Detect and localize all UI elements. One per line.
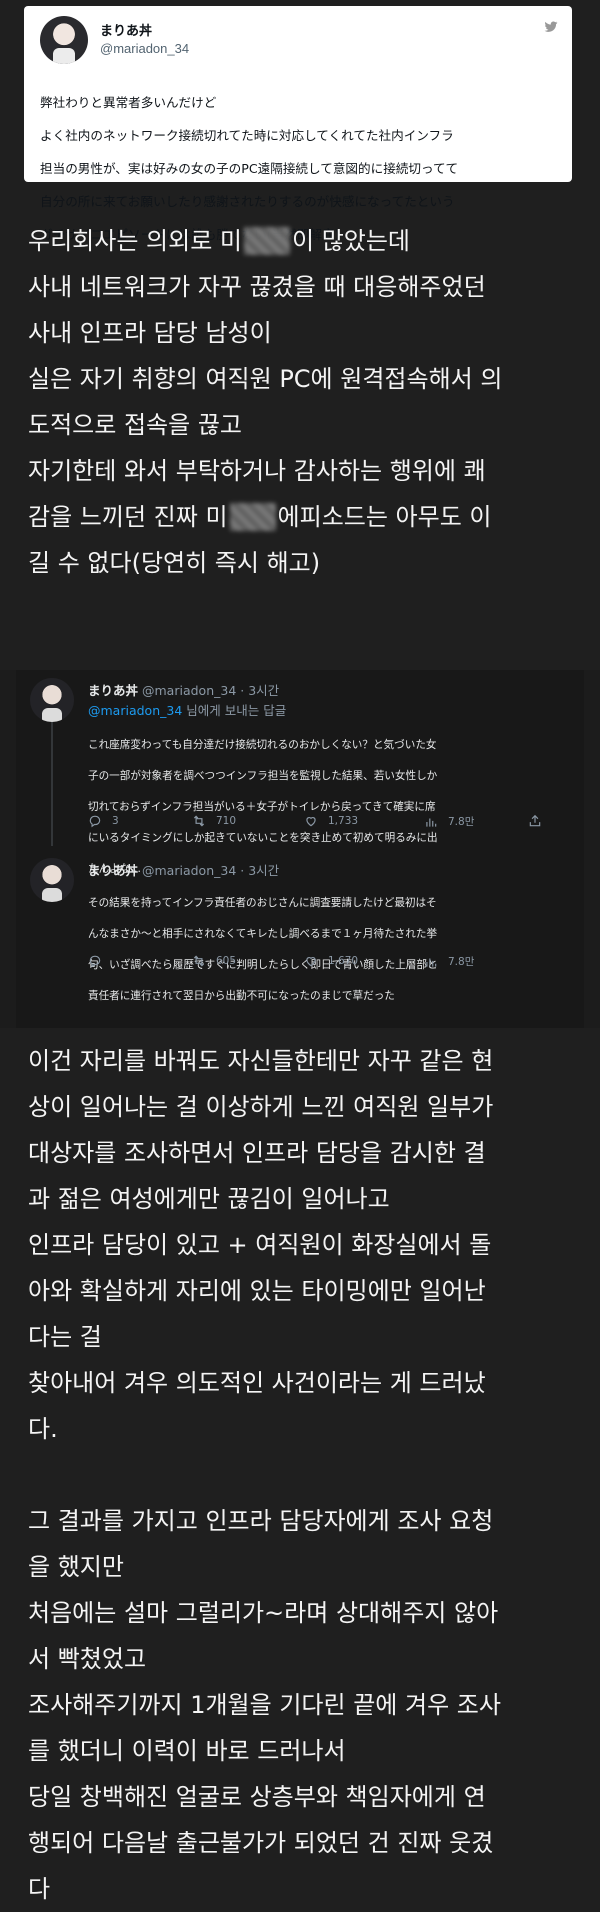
translation-line: 인프라 담당이 있고 + 여직원이 화장실에서 돌 [28, 1231, 492, 1259]
tweet-card-main[interactable]: まりあ丼 @mariadon_34 弊社わりと異常者多いんだけど よく社内のネッ… [24, 6, 572, 242]
translation-text: 에피소드는 아무도 이 [277, 503, 492, 531]
views-count: 7.8만 [448, 956, 475, 968]
views-count: 7.8만 [448, 816, 475, 828]
like-count: 1,670 [328, 955, 359, 967]
tweet-author-name[interactable]: まりあ丼 [88, 683, 138, 698]
translation-line: 찾아내어 겨우 의도적인 사건이라는 게 드러났 [28, 1369, 486, 1397]
tweet-time[interactable]: 3시간 [248, 863, 279, 878]
retweet-icon [193, 955, 205, 967]
translation-line: 행되어 다음날 출근불가가 되었던 건 진짜 웃겼 [28, 1829, 494, 1857]
translation-line: 감을 느끼던 진짜 미 에피소드는 아무도 이 [28, 494, 588, 540]
tweet-header: まりあ丼 @mariadon_34 · 3시간 [88, 860, 279, 879]
tweet-text-line: その結果を持ってインフラ責任者のおじさんに調査要請したけど最初はそ [88, 896, 437, 909]
heart-icon [306, 957, 316, 967]
avatar[interactable] [30, 678, 74, 722]
tweet-text-line: 責任者に連行されて翌日から出勤不可になったのまじで草だった [88, 990, 395, 1003]
tweet-author-handle[interactable]: @mariadon_34 [142, 683, 236, 698]
translation-line: 당일 창백해진 얼굴로 상층부와 책임자에게 연 [28, 1783, 486, 1811]
tweet-text-line: これ座席変わっても自分達だけ接続切れるのおかしくない？と気づいた女 [88, 738, 437, 751]
translation-line: 다는 걸 [28, 1323, 102, 1351]
reply-count: 3 [112, 815, 119, 827]
retweet-count: 710 [216, 815, 237, 827]
translation-line: 처음에는 설마 그럴리가~라며 상대해주지 않아 [28, 1599, 499, 1627]
reply-icon [89, 815, 101, 828]
translation-text: 이 많았는데 [291, 227, 411, 255]
page: まりあ丼 @mariadon_34 弊社わりと異常者多いんだけど よく社内のネッ… [0, 0, 600, 1903]
avatar[interactable] [40, 16, 88, 64]
like-button[interactable]: 1,670 [304, 954, 358, 968]
retweet-icon [193, 815, 205, 827]
tweet-text-line: んなまさか〜と相手にされなくてキレたし調べるまで１ヶ月待たされた挙 [88, 927, 438, 940]
reply-tweet-1[interactable]: まりあ丼 @mariadon_34 · 3시간 @mariadon_34 님에게… [30, 678, 570, 875]
censored-blur [243, 227, 290, 255]
like-button[interactable]: 1,733 [304, 814, 358, 828]
retweet-button[interactable]: 710 [192, 814, 236, 828]
views-button[interactable]: 7.8만 [424, 954, 474, 969]
avatar[interactable] [30, 858, 74, 902]
reply-button[interactable] [88, 954, 102, 968]
reply-suffix: 님에게 보내는 답글 [186, 703, 287, 718]
tweet-text-line: 担当の男性が、実は好みの女の子のPC遠隔接続して意図的に接続切ってて [40, 160, 459, 176]
translation-line: 다. [28, 1415, 58, 1443]
tweet-time[interactable]: 3시간 [248, 683, 279, 698]
translation-line: 사내 네트워크가 자꾸 끊겼을 때 대응해주었던 [28, 273, 486, 301]
views-chart-icon [426, 958, 437, 967]
translation-block-1: 우리회사는 의외로 미 이 많았는데 사내 네트워크가 자꾸 끊겼을 때 대응해주… [28, 218, 588, 586]
reply-thread-panel: まりあ丼 @mariadon_34 · 3시간 @mariadon_34 님에게… [16, 670, 584, 1028]
translation-line: 이건 자리를 바꿔도 자신들한테만 자꾸 같은 현 [28, 1047, 494, 1075]
tweet-text-line: 自分の所に来てお願いしたり感謝されたりするのが快感になってたという [40, 194, 455, 210]
translation-line: 다 [28, 1875, 51, 1903]
tweet-author-handle[interactable]: @mariadon_34 [100, 41, 189, 56]
translation-line: 우리회사는 의외로 미 이 많았는데 [28, 218, 588, 264]
tweet-text-line: 子の一部が対象者を調べつつインフラ担当を監視した結果、若い女性しか [88, 769, 438, 782]
views-chart-icon [426, 818, 437, 827]
translation-line: 을 했지만 [28, 1553, 124, 1581]
views-button[interactable]: 7.8만 [424, 814, 474, 829]
reply-indicator: @mariadon_34 님에게 보내는 답글 [88, 700, 286, 719]
separator: · [236, 863, 249, 878]
retweet-count: 605 [216, 955, 237, 967]
reply-to-link[interactable]: @mariadon_34 [88, 703, 182, 718]
tweet-author-name[interactable]: まりあ丼 [88, 863, 138, 878]
reply-tweet-2[interactable]: まりあ丼 @mariadon_34 · 3시간 その結果を持ってインフラ責任者の… [30, 858, 570, 1028]
share-icon [529, 814, 541, 827]
translation-line: 사내 인프라 담당 남성이 [28, 319, 272, 347]
twitter-logo-icon [544, 21, 558, 32]
translation-line: 를 했더니 이력이 바로 드러나서 [28, 1737, 346, 1765]
tweet-text-line: にいるタイミングにしか起きていないことを突き止めて初めて明るみに出 [88, 832, 438, 845]
translation-text: 우리회사는 의외로 미 [28, 227, 242, 255]
censored-blur [229, 503, 276, 531]
retweet-button[interactable]: 605 [192, 954, 236, 968]
tweet-actions: 605 1,670 7.8만 [88, 954, 556, 972]
translation-line: 서 빡쳤었고 [28, 1645, 147, 1673]
tweet-text-line: よく社内のネットワーク接続切れてた時に対応してくれてた社内インフラ [40, 127, 454, 143]
separator: · [236, 683, 249, 698]
translation-line: 실은 자기 취향의 여직원 PC에 원격접속해서 의 [28, 365, 503, 393]
like-count: 1,733 [328, 815, 359, 827]
translation-line: 과 젊은 여성에게만 끊김이 일어나고 [28, 1185, 390, 1213]
translation-line: 아와 확실하게 자리에 있는 타이밍에만 일어난 [28, 1277, 486, 1305]
translation-line: 그 결과를 가지고 인프라 담당자에게 조사 요청 [28, 1507, 494, 1535]
tweet-text-line: 弊社わりと異常者多いんだけど [40, 94, 217, 110]
translation-line: 길 수 없다(당연히 즉시 해고) [28, 549, 321, 577]
translation-text: 감을 느끼던 진짜 미 [28, 503, 228, 531]
translation-line: 조사해주기까지 1개월을 기다린 끝에 겨우 조사 [28, 1691, 501, 1719]
tweet-author-handle[interactable]: @mariadon_34 [142, 863, 236, 878]
heart-icon [306, 817, 316, 827]
tweet-author-name[interactable]: まりあ丼 [100, 20, 152, 39]
translation-line: 도적으로 접속을 끊고 [28, 411, 242, 439]
tweet-text: その結果を持ってインフラ責任者のおじさんに調査要請したけど最初はそ んなまさか〜… [88, 880, 556, 1020]
translation-line: 자기한테 와서 부탁하거나 감사하는 행위에 쾌 [28, 457, 486, 485]
reply-thread-screenshot: まりあ丼 @mariadon_34 · 3시간 @mariadon_34 님에게… [0, 670, 600, 1028]
translation-line: 대상자를 조사하면서 인프라 담당을 감시한 결 [28, 1139, 486, 1167]
reply-button[interactable]: 3 [88, 814, 119, 828]
translation-block-2: 이건 자리를 바꿔도 자신들한테만 자꾸 같은 현 상이 일어나는 걸 이상하게… [28, 1038, 588, 1912]
share-button[interactable] [528, 814, 542, 828]
reply-icon [89, 955, 101, 968]
translation-line: 상이 일어나는 걸 이상하게 느낀 여직원 일부가 [28, 1093, 494, 1121]
tweet-header: まりあ丼 @mariadon_34 · 3시간 [88, 680, 279, 699]
tweet-actions: 3 710 1,733 7.8만 [88, 814, 556, 832]
